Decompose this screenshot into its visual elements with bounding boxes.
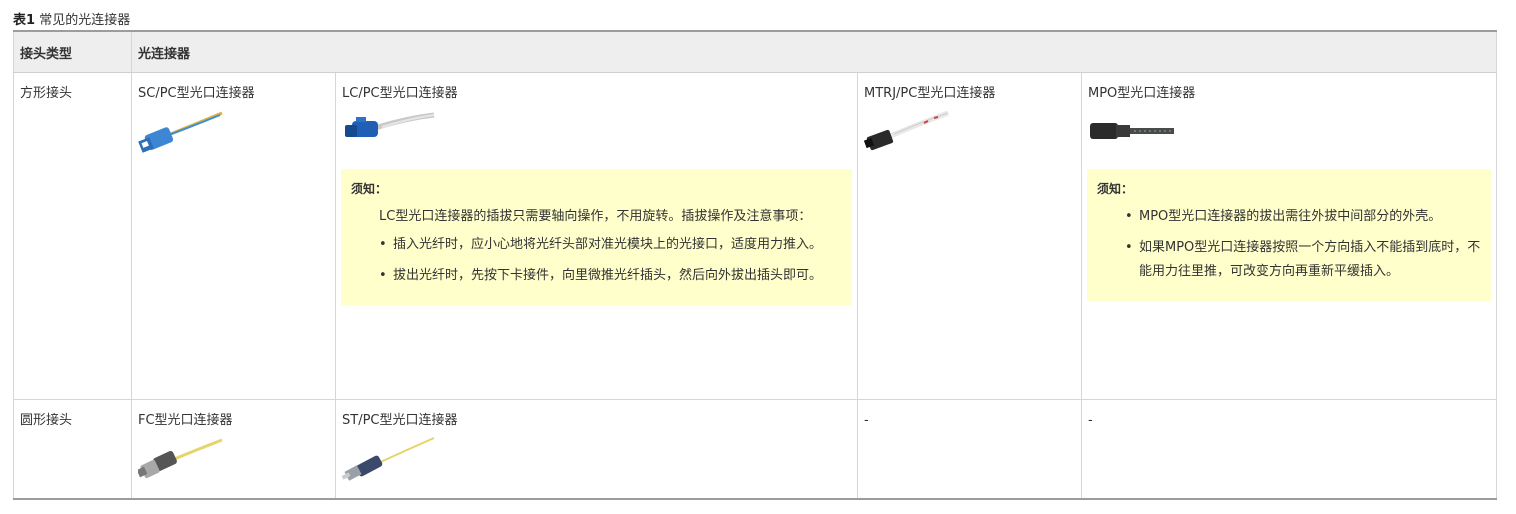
mpo-label: MPO型光口连接器 <box>1088 86 1196 101</box>
mpo-notice-title: 须知： <box>1097 182 1134 196</box>
lc-notice-body: LC型光口连接器的插拔只需要轴向操作，不用旋转。插拔操作及注意事项： 插入光纤时… <box>351 205 842 288</box>
table-number: 表1 <box>13 13 36 28</box>
fc-connector-image <box>138 438 223 479</box>
cell-fc: FC型光口连接器 <box>131 399 336 499</box>
header-connector-type: 接头类型 <box>13 31 132 73</box>
mtrj-pc-connector-image <box>864 110 949 151</box>
cell-st-pc: ST/PC型光口连接器 <box>335 399 858 499</box>
row-type-label: 圆形接头 <box>20 413 73 428</box>
list-item: 拔出光纤时，先按下卡接件，向里微推光纤插头，然后向外拔出插头即可。 <box>379 264 842 288</box>
st-pc-connector-image <box>342 437 435 481</box>
lc-pc-label: LC/PC型光口连接器 <box>342 86 458 101</box>
list-item: MPO型光口连接器的拔出需往外拔中间部分的外壳。 <box>1125 205 1481 229</box>
list-item: 插入光纤时，应小心地将光纤头部对准光模块上的光接口，适度用力推入。 <box>379 233 842 257</box>
fc-label: FC型光口连接器 <box>138 413 233 428</box>
sc-pc-label: SC/PC型光口连接器 <box>138 86 255 101</box>
cell-empty-4: - <box>1080 399 1498 499</box>
table-row: 圆形接头 FC型光口连接器 ST/PC型光口连接器 - - <box>13 399 1498 499</box>
cell-lc-pc: LC/PC型光口连接器 须知： LC型光口连接器的插拔只需要轴向操作，不用旋转。… <box>335 72 858 400</box>
lc-notice-box: 须知： LC型光口连接器的插拔只需要轴向操作，不用旋转。插拔操作及注意事项： 插… <box>341 169 852 305</box>
row-type-label: 方形接头 <box>20 86 73 101</box>
lc-notice-title: 须知： <box>351 182 388 196</box>
st-pc-label: ST/PC型光口连接器 <box>342 413 458 428</box>
empty-value: - <box>864 413 869 428</box>
mtrj-pc-label: MTRJ/PC型光口连接器 <box>864 86 996 101</box>
table-caption: 表1 常见的光连接器 <box>13 9 130 28</box>
sc-pc-connector-image <box>138 111 223 153</box>
lc-notice-intro: LC型光口连接器的插拔只需要轴向操作，不用旋转。插拔操作及注意事项： <box>379 209 812 224</box>
empty-value: - <box>1088 413 1093 428</box>
mpo-notice-box: 须知： MPO型光口连接器的拔出需往外拔中间部分的外壳。 如果MPO型光口连接器… <box>1087 169 1492 301</box>
header-optical-connector: 光连接器 <box>130 31 1498 73</box>
list-item: 如果MPO型光口连接器按照一个方向插入不能插到底时，不能用力往里推，可改变方向再… <box>1125 236 1481 284</box>
connector-table: 接头类型 光连接器 方形接头 SC/PC型光口连接器 LC/PC型光口连接器 须… <box>13 30 1498 500</box>
table-row: 方形接头 SC/PC型光口连接器 LC/PC型光口连接器 须知： LC型光口连接… <box>13 72 1498 400</box>
lc-notice-list: 插入光纤时，应小心地将光纤头部对准光模块上的光接口，适度用力推入。 拔出光纤时，… <box>379 233 842 288</box>
cell-empty-3: - <box>857 399 1082 499</box>
cell-mpo: MPO型光口连接器 须知： MPO型光口连接器的拔出需往外拔中间部分的外壳。 如… <box>1080 72 1498 400</box>
lc-pc-connector-image <box>345 112 435 137</box>
cell-sc-pc: SC/PC型光口连接器 <box>131 72 336 400</box>
cell-mtrj-pc: MTRJ/PC型光口连接器 <box>857 72 1082 400</box>
cell-type-square: 方形接头 <box>13 72 132 400</box>
mpo-connector-image <box>1090 123 1174 139</box>
table-title: 常见的光连接器 <box>39 13 131 28</box>
table-header-row: 接头类型 光连接器 <box>13 31 1498 73</box>
cell-type-round: 圆形接头 <box>13 399 132 499</box>
mpo-notice-list: MPO型光口连接器的拔出需往外拔中间部分的外壳。 如果MPO型光口连接器按照一个… <box>1097 205 1481 284</box>
